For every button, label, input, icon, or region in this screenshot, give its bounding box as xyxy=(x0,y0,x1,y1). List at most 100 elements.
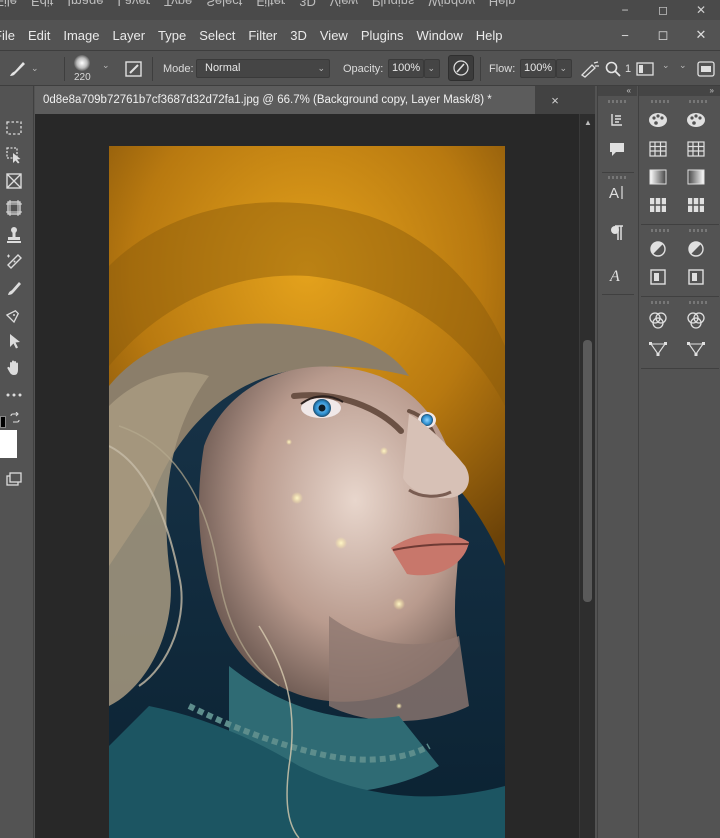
pen-tool[interactable] xyxy=(2,303,26,327)
foreground-color-swatch[interactable] xyxy=(0,416,6,428)
panel-grip[interactable] xyxy=(651,100,669,103)
swatches-panel-button-2[interactable] xyxy=(683,138,709,160)
restore-button[interactable]: ◻ xyxy=(644,20,682,50)
brush-tool-icon xyxy=(10,61,25,76)
panel-grip[interactable] xyxy=(608,176,626,179)
paths-panel-button[interactable] xyxy=(645,338,671,360)
comments-panel-button[interactable] xyxy=(604,138,630,160)
history-panel-button[interactable] xyxy=(604,108,630,130)
swap-colors-icon xyxy=(10,412,20,423)
flow-dropdown[interactable]: ⌄ xyxy=(556,59,572,78)
chevron-down-icon: ⌄ xyxy=(317,63,325,73)
panel-grip[interactable] xyxy=(651,301,669,304)
divider xyxy=(602,172,634,173)
svg-text:A: A xyxy=(609,268,620,284)
hand-tool[interactable] xyxy=(2,356,26,380)
marquee-tool[interactable] xyxy=(2,116,26,140)
ghost-menu-item: Filter xyxy=(256,0,286,9)
more-tools-button[interactable] xyxy=(2,383,26,407)
search-button[interactable] xyxy=(604,51,622,86)
airbrush-button[interactable] xyxy=(580,51,600,86)
frame-tool[interactable] xyxy=(2,196,26,220)
flow-value: 100% xyxy=(524,62,553,74)
brush-preset-picker[interactable]: 220 xyxy=(74,51,91,86)
tool-preset-picker[interactable]: ⌄ xyxy=(6,51,39,86)
swatches-panel-button[interactable] xyxy=(645,138,671,160)
background-color-swatch[interactable] xyxy=(0,430,17,458)
menu-filter[interactable]: Filter xyxy=(248,28,277,43)
properties-panel-button[interactable] xyxy=(645,266,671,288)
paths-panel-button-2[interactable] xyxy=(683,338,709,360)
path-selection-tool[interactable] xyxy=(2,329,26,353)
panel-grip[interactable] xyxy=(689,100,707,103)
gradients-panel-button[interactable] xyxy=(645,166,671,188)
properties-panel-button-2[interactable] xyxy=(683,266,709,288)
color-panel-button-2[interactable] xyxy=(683,109,709,131)
chevron-down-icon[interactable]: ⌄ xyxy=(102,60,110,71)
panel-grip[interactable] xyxy=(608,100,626,103)
gradients-panel-button-2[interactable] xyxy=(683,166,709,188)
brush-settings-button[interactable] xyxy=(124,51,144,86)
collapsed-panel-dock-1: « A A xyxy=(597,86,637,838)
scrollbar-thumb[interactable] xyxy=(583,340,592,602)
paragraph-panel-button[interactable] xyxy=(604,222,630,244)
close-button[interactable]: ✕ xyxy=(682,20,720,50)
portrait-image xyxy=(109,146,505,838)
pen-icon xyxy=(5,309,20,324)
vertical-scrollbar[interactable]: ▲ xyxy=(579,114,595,838)
divider xyxy=(152,57,153,81)
ghost-menu-item: Type xyxy=(164,0,193,9)
patterns-panel-button-2[interactable] xyxy=(683,194,709,216)
healing-brush-tool[interactable] xyxy=(2,249,26,273)
menu-view[interactable]: View xyxy=(320,28,348,43)
menu-select[interactable]: Select xyxy=(199,28,235,43)
glyphs-panel-button[interactable]: A xyxy=(604,264,630,286)
channels-panel-button[interactable] xyxy=(645,310,671,332)
character-panel-button[interactable]: A xyxy=(604,181,630,203)
brush-tool[interactable] xyxy=(2,276,26,300)
workspace-button[interactable] xyxy=(636,51,654,86)
scroll-up-icon[interactable]: ▲ xyxy=(580,114,596,130)
menu-edit[interactable]: Edit xyxy=(28,28,50,43)
swap-colors-button[interactable] xyxy=(8,411,22,425)
mode-dropdown[interactable]: Normal ⌄ xyxy=(196,59,330,78)
pressure-opacity-button[interactable] xyxy=(448,55,474,81)
menu-image[interactable]: Image xyxy=(63,28,99,43)
brush-tip-icon xyxy=(74,54,91,71)
menu-layer[interactable]: Layer xyxy=(113,28,146,43)
chevron-down-icon[interactable]: ⌄ xyxy=(679,60,687,71)
share-button[interactable] xyxy=(697,51,715,86)
panel-grip[interactable] xyxy=(689,301,707,304)
history-icon xyxy=(611,114,622,126)
chevron-down-icon[interactable]: ⌄ xyxy=(662,60,670,71)
comments-icon xyxy=(610,143,624,156)
menu-help[interactable]: Help xyxy=(476,28,503,43)
expand-dock-button[interactable]: » xyxy=(639,86,720,96)
menu-file[interactable]: File xyxy=(0,28,15,43)
opacity-dropdown[interactable]: ⌄ xyxy=(424,59,440,78)
gradients-icon xyxy=(687,169,705,185)
color-panel-button[interactable] xyxy=(645,109,671,131)
panel-grip[interactable] xyxy=(689,229,707,232)
document-tab[interactable]: 0d8e8a709b72761b7cf3687d32d72fa1.jpg @ 6… xyxy=(35,86,535,114)
divider xyxy=(602,294,634,295)
menu-3d[interactable]: 3D xyxy=(290,28,307,43)
minimize-button[interactable]: − xyxy=(606,20,644,50)
paths-icon xyxy=(687,342,705,356)
screen-mode-button[interactable] xyxy=(2,467,26,491)
expand-dock-button[interactable]: « xyxy=(598,86,637,96)
opacity-input[interactable]: 100% xyxy=(388,59,424,78)
panel-grip[interactable] xyxy=(651,229,669,232)
close-tab-button[interactable]: × xyxy=(547,86,563,114)
menu-plugins[interactable]: Plugins xyxy=(361,28,404,43)
crop-tool[interactable] xyxy=(2,169,26,193)
adjustments-panel-button[interactable] xyxy=(645,238,671,260)
menu-type[interactable]: Type xyxy=(158,28,186,43)
flow-input[interactable]: 100% xyxy=(520,59,556,78)
menu-window[interactable]: Window xyxy=(416,28,462,43)
channels-panel-button-2[interactable] xyxy=(683,310,709,332)
object-selection-tool[interactable] xyxy=(2,143,26,167)
adjustments-panel-button-2[interactable] xyxy=(683,238,709,260)
patterns-panel-button[interactable] xyxy=(645,194,671,216)
clone-stamp-tool[interactable] xyxy=(2,223,26,247)
